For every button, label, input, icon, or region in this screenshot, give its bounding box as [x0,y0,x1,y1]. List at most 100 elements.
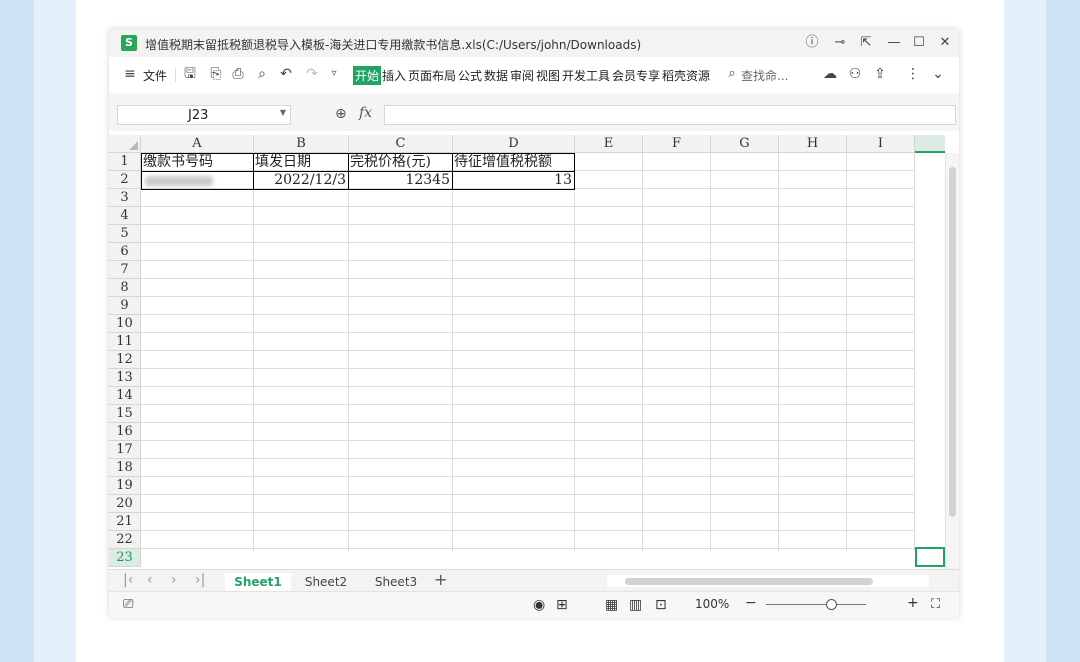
prev-sheet-icon[interactable]: ‹ [147,572,153,588]
row-header[interactable]: 15 [109,405,141,423]
tab-sheet3[interactable]: Sheet3 [365,573,427,591]
row-header[interactable]: 1 [109,153,141,171]
column-header-f[interactable]: F [643,135,711,153]
name-box[interactable]: J23 ▼ [117,105,291,125]
menu-file[interactable]: 文件 [143,67,167,84]
row-header[interactable]: 22 [109,531,141,549]
cell-b2[interactable]: 2022/12/3 [254,171,348,189]
cell-d1[interactable]: 待征增值税税额 [454,153,574,171]
row-header[interactable]: 20 [109,495,141,513]
hamburger-menu-icon[interactable]: ≡ [121,65,139,83]
pin-icon[interactable]: ⊸ [831,34,849,52]
tab-insert[interactable]: 插入 [382,67,406,84]
maximize-button[interactable]: ☐ [910,34,928,52]
row-header[interactable]: 2 [109,171,141,189]
tab-review[interactable]: 审阅 [510,67,534,84]
row-header[interactable]: 18 [109,459,141,477]
first-sheet-icon[interactable]: |‹ [123,572,133,588]
tab-page-layout[interactable]: 页面布局 [408,67,456,84]
tab-docer-resources[interactable]: 稻壳资源 [662,67,710,84]
insert-function-icon[interactable]: fx [359,105,372,121]
more-quick-access-icon[interactable]: ▿ [325,65,343,83]
vertical-scroll-thumb[interactable] [949,167,956,517]
row-header[interactable]: 17 [109,441,141,459]
cell-d2[interactable]: 13 [453,171,574,189]
cell-c2[interactable]: 12345 [349,171,452,189]
column-header-a[interactable]: A [141,135,254,153]
row-header[interactable]: 4 [109,207,141,225]
row-header[interactable]: 8 [109,279,141,297]
save-icon[interactable]: 🖫 [181,65,199,83]
zoom-search-icon[interactable]: ⊕ [335,106,347,122]
cell-c1[interactable]: 完税价格(元) [350,153,452,171]
print-icon[interactable]: ⎙ [229,65,247,83]
print-preview-icon[interactable]: ⌕ [253,65,271,83]
row-header[interactable]: 13 [109,369,141,387]
select-all-corner[interactable] [109,135,141,153]
tab-data[interactable]: 数据 [484,67,508,84]
cell-a2-redacted[interactable] [145,176,213,186]
undo-icon[interactable]: ↶ [277,65,295,83]
active-cell-j23[interactable] [915,547,945,567]
column-header-h[interactable]: H [779,135,847,153]
name-box-dropdown-icon[interactable]: ▼ [280,108,286,117]
horizontal-scroll-thumb[interactable] [625,578,873,585]
tab-developer[interactable]: 开发工具 [562,67,610,84]
collaborate-user-icon[interactable]: ⚇ [846,65,864,83]
close-button[interactable]: ✕ [936,34,954,52]
restore-layout-icon[interactable]: ⇱ [857,34,875,52]
more-options-icon[interactable]: ⋮ [904,65,922,83]
command-search[interactable]: 查找命... [741,67,788,84]
zoom-level[interactable]: 100% [695,597,729,611]
tab-sheet1[interactable]: Sheet1 [225,573,291,591]
column-header-e[interactable]: E [575,135,643,153]
row-header[interactable]: 10 [109,315,141,333]
share-icon[interactable]: ⇪ [871,65,889,83]
normal-view-icon[interactable]: ▦ [605,597,618,613]
minimize-button[interactable]: — [885,34,903,52]
last-sheet-icon[interactable]: ›| [195,572,205,588]
column-header-g[interactable]: G [711,135,779,153]
row-header[interactable]: 9 [109,297,141,315]
export-pdf-icon[interactable]: ⎘ [207,65,225,83]
zoom-slider[interactable] [766,604,866,605]
page-layout-view-icon[interactable]: ▥ [629,597,642,613]
zoom-slider-knob[interactable] [826,599,837,610]
row-header[interactable]: 6 [109,243,141,261]
macro-record-icon[interactable]: ⎚ [123,597,133,612]
cloud-sync-icon[interactable]: ☁ [821,65,839,83]
horizontal-scrollbar[interactable] [607,575,929,587]
add-sheet-icon[interactable]: + [434,570,447,589]
row-header-selected[interactable]: 23 [109,549,141,567]
row-header[interactable]: 3 [109,189,141,207]
sheet-grid[interactable]: A B C D E F G H I 1 2 3 4 5 6 7 8 9 10 1… [109,135,959,569]
row-header[interactable]: 7 [109,261,141,279]
column-header-d[interactable]: D [453,135,575,153]
fullscreen-icon[interactable]: ⛶ [931,597,940,612]
next-sheet-icon[interactable]: › [171,572,177,588]
info-icon[interactable]: ⓘ [803,34,821,52]
cell-a1[interactable]: 缴款书号码 [143,153,253,171]
column-header-j[interactable] [915,135,945,153]
row-header[interactable]: 21 [109,513,141,531]
zoom-out-icon[interactable]: − [745,595,757,611]
collapse-ribbon-icon[interactable]: ⌄ [929,65,947,83]
tab-view[interactable]: 视图 [536,67,560,84]
row-header[interactable]: 16 [109,423,141,441]
row-header[interactable]: 12 [109,351,141,369]
redo-icon[interactable]: ↷ [303,65,321,83]
tab-home[interactable]: 开始 [353,66,382,85]
formula-input[interactable] [384,105,956,125]
search-icon[interactable]: ⌕ [723,65,741,83]
vertical-scrollbar[interactable] [945,153,959,569]
row-header[interactable]: 14 [109,387,141,405]
row-header[interactable]: 11 [109,333,141,351]
eye-protection-icon[interactable]: ◉ [533,597,545,613]
column-header-b[interactable]: B [254,135,349,153]
page-break-view-icon[interactable]: ⊡ [655,597,667,613]
zoom-in-icon[interactable]: + [907,595,919,611]
column-header-c[interactable]: C [349,135,453,153]
crosshair-icon[interactable]: ⊞ [556,597,568,613]
cell-b1[interactable]: 填发日期 [255,153,348,171]
row-header[interactable]: 19 [109,477,141,495]
